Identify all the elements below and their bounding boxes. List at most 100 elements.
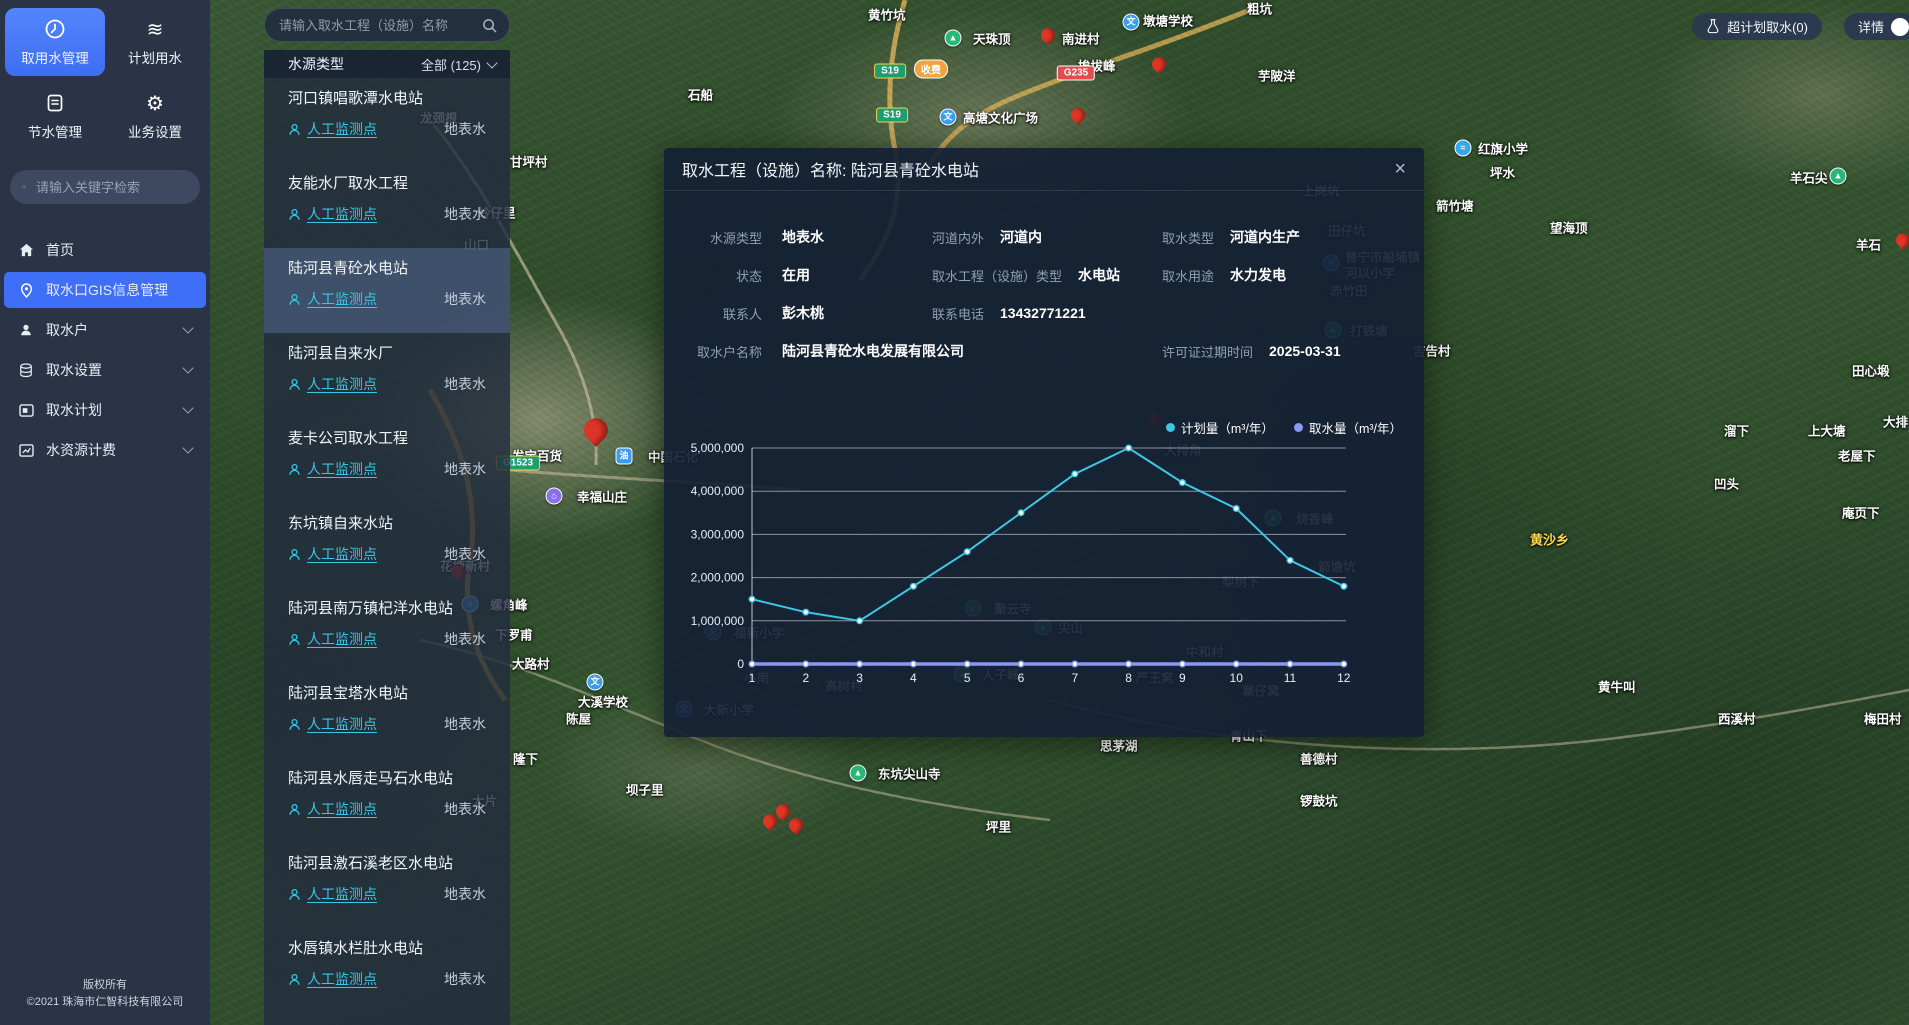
clock-icon: [44, 17, 66, 41]
map-poi-icon[interactable]: 文: [940, 109, 957, 126]
facility-search-input[interactable]: [277, 17, 482, 34]
manual-monitor-link[interactable]: 人工监测点: [288, 374, 377, 394]
sidebar-search[interactable]: [10, 170, 200, 204]
home-icon: [18, 243, 34, 257]
manual-monitor-link[interactable]: 人工监测点: [288, 714, 377, 734]
map-poi-icon[interactable]: ≈: [1455, 140, 1472, 157]
manual-monitor-link[interactable]: 人工监测点: [288, 119, 377, 139]
module-label: 取用水管理: [21, 47, 89, 67]
menu-item-home[interactable]: 首页: [4, 232, 206, 268]
svg-text:12: 12: [1337, 671, 1351, 685]
close-icon[interactable]: ×: [1394, 159, 1406, 179]
menu-item-water-settings[interactable]: 取水设置: [4, 352, 206, 388]
module-plan-water[interactable]: ≋ 计划用水: [105, 8, 205, 76]
list-item[interactable]: 友能水厂取水工程 人工监测点 地表水: [264, 163, 510, 248]
list-item[interactable]: 陆河县南万镇杞洋水电站 人工监测点 地表水: [264, 588, 510, 673]
map-poi-icon[interactable]: ▲: [945, 30, 962, 47]
map-poi-icon[interactable]: ▲: [1830, 168, 1847, 185]
manual-monitor-link[interactable]: 人工监测点: [288, 544, 377, 564]
module-save-water[interactable]: 节水管理: [5, 82, 105, 150]
list-item[interactable]: 麦卡公司取水工程 人工监测点 地表水: [264, 418, 510, 503]
field-label: 取水用途: [1162, 266, 1214, 285]
person-icon: [288, 378, 301, 391]
list-item[interactable]: 陆河县激石溪老区水电站 人工监测点 地表水: [264, 843, 510, 928]
waves-icon: ≋: [147, 17, 164, 41]
map-poi-icon[interactable]: 文: [587, 674, 604, 691]
detail-toggle-pill[interactable]: 详情: [1844, 13, 1909, 40]
map-label: 芋陂洋: [1258, 66, 1296, 85]
menu-item-water-users[interactable]: 取水户: [4, 312, 206, 348]
facility-search[interactable]: [264, 8, 510, 42]
road-shield: S19: [876, 108, 908, 123]
legend-item[interactable]: 计划量（m³/年）: [1166, 418, 1274, 437]
module-business-settings[interactable]: ⚙ 业务设置: [105, 82, 205, 150]
map-poi-icon[interactable]: ⌂: [546, 488, 563, 505]
chevron-down-icon: [182, 322, 193, 333]
menu-label: 首页: [46, 240, 74, 260]
svg-text:3,000,000: 3,000,000: [691, 527, 745, 541]
map-label: 善德村: [1300, 749, 1338, 768]
map-label: 东坑尖山寺: [878, 764, 941, 783]
field-label: 取水户名称: [680, 342, 762, 361]
list-item[interactable]: 河口镇唱歌潭水电站 人工监测点 地表水: [264, 78, 510, 163]
search-icon: [22, 180, 26, 194]
water-source-type: 地表水: [444, 289, 486, 309]
detail-toggle-knob[interactable]: [1891, 18, 1909, 36]
list-item[interactable]: 陆河县自来水厂 人工监测点 地表水: [264, 333, 510, 418]
map-label: 天珠顶: [973, 29, 1011, 48]
map-label: 梅田村: [1864, 709, 1902, 728]
module-label: 节水管理: [28, 121, 82, 141]
field-value: 在用: [782, 265, 810, 285]
field-value: 2025-03-31: [1269, 343, 1341, 359]
source-type-filter[interactable]: 全部 (125): [421, 55, 496, 74]
menu-item-water-plan[interactable]: 取水计划: [4, 392, 206, 428]
list-item[interactable]: 陆河县青砼水电站 人工监测点 地表水: [264, 248, 510, 333]
map-label: 大排: [1883, 412, 1908, 431]
field-label: 取水工程（设施）类型: [932, 266, 1062, 285]
over-plan-label: 超计划取水(0): [1727, 17, 1808, 36]
manual-monitor-link[interactable]: 人工监测点: [288, 204, 377, 224]
over-plan-water-pill[interactable]: 超计划取水(0): [1692, 13, 1822, 40]
map-label: 庵页下: [1842, 503, 1880, 522]
field-value: 地表水: [782, 227, 824, 247]
legend-item[interactable]: 取水量（m³/年）: [1294, 418, 1402, 437]
map-poi-icon[interactable]: 文: [1123, 14, 1140, 31]
list-item[interactable]: 陆河县宝塔水电站 人工监测点 地表水: [264, 673, 510, 758]
manual-monitor-link[interactable]: 人工监测点: [288, 289, 377, 309]
list-item[interactable]: 水唇镇水栏肚水电站 人工监测点 地表水: [264, 928, 510, 1013]
list-item[interactable]: 东坑镇自来水站 人工监测点 地表水: [264, 503, 510, 588]
water-source-type: 地表水: [444, 799, 486, 819]
svg-text:2,000,000: 2,000,000: [691, 571, 745, 585]
keyword-search-input[interactable]: [34, 179, 188, 196]
map-label: 墩塘学校: [1143, 11, 1193, 30]
field-label: 许可证过期时间: [1162, 342, 1253, 361]
menu-item-gis-management[interactable]: 取水口GIS信息管理: [4, 272, 206, 308]
manual-monitor-link[interactable]: 人工监测点: [288, 969, 377, 989]
map-poi-icon[interactable]: 油: [616, 448, 633, 465]
facility-list-panel: 水源类型 全部 (125) 河口镇唱歌潭水电站 人工监测点 地表水 友能水厂取水…: [264, 0, 510, 1025]
svg-text:8: 8: [1125, 671, 1132, 685]
water-source-type: 地表水: [444, 544, 486, 564]
manual-monitor-link[interactable]: 人工监测点: [288, 629, 377, 649]
field-value: 陆河县青砼水电发展有限公司: [782, 341, 964, 361]
manual-monitor-link[interactable]: 人工监测点: [288, 459, 377, 479]
manual-monitor-link[interactable]: 人工监测点: [288, 884, 377, 904]
person-icon: [288, 548, 301, 561]
map-label: 黄沙乡: [1530, 530, 1569, 549]
manual-monitor-link[interactable]: 人工监测点: [288, 799, 377, 819]
map-poi-icon[interactable]: ▲: [850, 765, 867, 782]
map-label: 高塘文化广场: [963, 108, 1038, 127]
svg-text:1: 1: [749, 671, 756, 685]
menu-item-water-billing[interactable]: 水资源计费: [4, 432, 206, 468]
line-chart: 01,000,0002,000,0003,000,0004,000,0005,0…: [664, 410, 1424, 720]
module-label: 计划用水: [128, 47, 182, 67]
map-label: 甘坪村: [510, 152, 548, 171]
module-water-use-mgmt[interactable]: 取用水管理: [5, 8, 105, 76]
search-icon[interactable]: [482, 18, 497, 33]
facility-name: 河口镇唱歌潭水电站: [288, 87, 486, 108]
module-label: 业务设置: [128, 121, 182, 141]
map-label: 幸福山庄: [577, 487, 627, 506]
list-item[interactable]: 陆河县水唇走马石水电站 人工监测点 地表水: [264, 758, 510, 843]
map-label: 锣鼓坑: [1300, 791, 1338, 810]
chart-icon: [18, 444, 34, 457]
